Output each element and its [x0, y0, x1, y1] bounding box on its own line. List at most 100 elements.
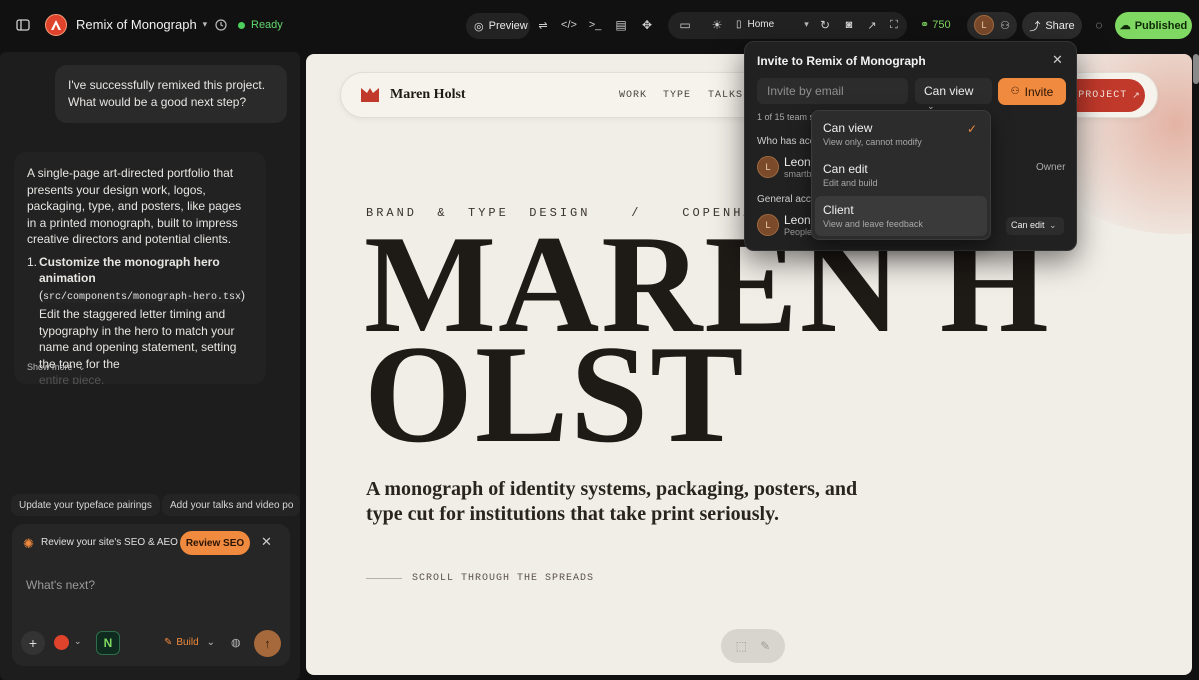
general-permission-select[interactable]: Can edit ⌄ [1006, 217, 1064, 235]
chat-input[interactable]: What's next? [26, 578, 95, 592]
step-text: Edit the staggered letter timing and typ… [39, 307, 237, 371]
sidebar-toggle-icon[interactable] [10, 12, 36, 38]
build-mode-selector[interactable]: ✎ Build ⌄ [164, 637, 215, 648]
code-icon[interactable]: </> [556, 12, 582, 38]
check-icon: ✓ [967, 122, 978, 136]
scroll-rule [366, 578, 402, 579]
menu-item-client[interactable]: Client View and leave feedback [815, 196, 987, 236]
globe-icon: ◎ [474, 20, 484, 33]
device-icon[interactable]: ▭ [672, 12, 698, 38]
app-logo-icon[interactable] [45, 14, 67, 36]
nav-link-talks[interactable]: TALKS [708, 90, 743, 101]
menu-item-can-edit[interactable]: Can edit Edit and build [815, 155, 987, 193]
table-icon[interactable]: ▤ [608, 12, 634, 38]
menu-item-desc: View only, cannot modify [823, 137, 922, 147]
scrollbar-thumb[interactable] [1193, 54, 1199, 84]
invite-button[interactable]: ⚇ Invite [998, 78, 1066, 105]
permission-value: Can view [924, 84, 974, 98]
share-label: Share [1045, 19, 1075, 32]
model-logo-icon[interactable] [54, 635, 69, 650]
general-permission-value: Can edit [1011, 220, 1045, 230]
step-code: src/components/monograph-hero.tsx [43, 291, 242, 303]
close-icon[interactable]: ✕ [1052, 52, 1063, 68]
link-icon: ⚭ [920, 19, 930, 31]
menu-item-can-view[interactable]: Can view View only, cannot modify ✓ [815, 114, 987, 152]
nav-link-work[interactable]: WORK [619, 90, 647, 101]
status-text: Ready [251, 19, 283, 31]
preview-label: Preview [488, 20, 528, 32]
add-icon[interactable]: + [21, 631, 45, 655]
general-access-heading: General acc [757, 194, 811, 205]
status-indicator: Ready [238, 19, 283, 31]
published-label: Published [1134, 19, 1188, 32]
suggestion-chip[interactable]: Update your typeface pairings [11, 494, 160, 516]
fullscreen-icon[interactable]: ⛶ [881, 12, 907, 38]
share-button[interactable]: ⤴ Share [1022, 12, 1082, 39]
integration-icon[interactable]: N [96, 631, 120, 655]
general-name: Leon [784, 213, 811, 227]
nav-link-type[interactable]: TYPE [663, 90, 691, 101]
preview-button[interactable]: ◎ Preview [466, 13, 530, 39]
project-name: Remix of Monograph [76, 17, 197, 32]
menu-item-desc: Edit and build [823, 178, 878, 188]
suggestion-chip[interactable]: Add your talks and video po [162, 494, 300, 516]
subtitle-line-1: A monograph of identity systems, packagi… [366, 478, 858, 500]
scroll-cue: SCROLL THROUGH THE SPREADS [412, 573, 595, 584]
member-name: Leon [784, 155, 811, 169]
show-more-button[interactable]: Show more ⌄ [27, 362, 86, 373]
select-icon[interactable]: ⬚ [736, 639, 747, 653]
composer: ✺ Review your site's SEO & AEO Review SE… [12, 524, 290, 666]
chevron-down-icon: ⌄ [206, 637, 216, 648]
cta-label: PROJECT [1078, 90, 1128, 101]
sparkle-icon: ✺ [23, 536, 34, 551]
project-switcher[interactable]: Remix of Monograph ▾ [76, 17, 207, 32]
step-title: Customize the monograph hero animation [39, 254, 220, 286]
terminal-icon[interactable]: >_ [582, 12, 608, 38]
comments-icon[interactable]: ◌ [1086, 12, 1112, 38]
published-button[interactable]: ☁ Published [1115, 12, 1192, 39]
hero-title-line-2: OLST [364, 317, 746, 472]
chevron-down-icon: ▾ [202, 19, 208, 29]
permission-select[interactable]: Can view ⌄ [915, 78, 992, 111]
arrow-up-right-icon: ↗ [1132, 90, 1140, 100]
magic-icon[interactable]: ✎ [760, 639, 770, 653]
project-cta-button[interactable]: PROJECT ↗ [1073, 79, 1145, 112]
page-icon: ▯ [736, 19, 742, 30]
status-dot-icon [238, 21, 245, 29]
add-user-icon[interactable]: ⚇ [992, 12, 1018, 38]
brand-name[interactable]: Maren Holst [390, 87, 466, 103]
general-sub: People [784, 227, 813, 237]
review-seo-button[interactable]: Review SEO [180, 531, 250, 555]
invite-label: Invite [1024, 84, 1054, 99]
chevron-down-icon: ⌄ [78, 362, 86, 372]
credits-badge[interactable]: ⚭ 750 [920, 18, 951, 32]
chevron-down-icon[interactable]: ⌄ [74, 636, 82, 647]
voice-icon[interactable]: ◍ [231, 636, 241, 649]
show-more-label: Show more [27, 362, 73, 372]
avatar[interactable]: L [974, 15, 994, 35]
permission-menu: Can view View only, cannot modify ✓ Can … [811, 110, 991, 240]
seat-count: 1 of 15 team s [757, 112, 815, 122]
invite-email-input[interactable]: Invite by email [757, 78, 908, 104]
user-message: I've successfully remixed this project. … [55, 65, 287, 123]
seo-prompt-text: Review your site's SEO & AEO [41, 537, 178, 548]
assistant-intro: A single-page art-directed portfolio tha… [27, 166, 242, 246]
close-icon[interactable]: ✕ [261, 534, 272, 550]
components-icon[interactable]: ✥ [634, 12, 660, 38]
share-icon: ⤴ [1029, 20, 1041, 33]
avatar: L [757, 214, 779, 236]
theme-icon[interactable]: ☀ [704, 12, 730, 38]
menu-item-label: Can view [823, 121, 873, 135]
send-button[interactable]: ↑ [254, 630, 281, 657]
menu-item-label: Can edit [823, 162, 868, 176]
design-mode-icon[interactable]: ⇌ [530, 12, 556, 38]
route-selector[interactable]: ▯ Home ▾ [736, 19, 809, 30]
history-icon[interactable] [208, 12, 234, 38]
member-email: smartb [784, 169, 812, 179]
user-message-text: I've successfully remixed this project. … [68, 78, 266, 109]
route-label: Home [747, 19, 775, 30]
menu-item-label: Client [823, 203, 854, 217]
refresh-icon[interactable]: ↻ [812, 12, 838, 38]
build-label: Build [176, 637, 199, 648]
hero-subtitle: A monograph of identity systems, packagi… [366, 477, 857, 527]
